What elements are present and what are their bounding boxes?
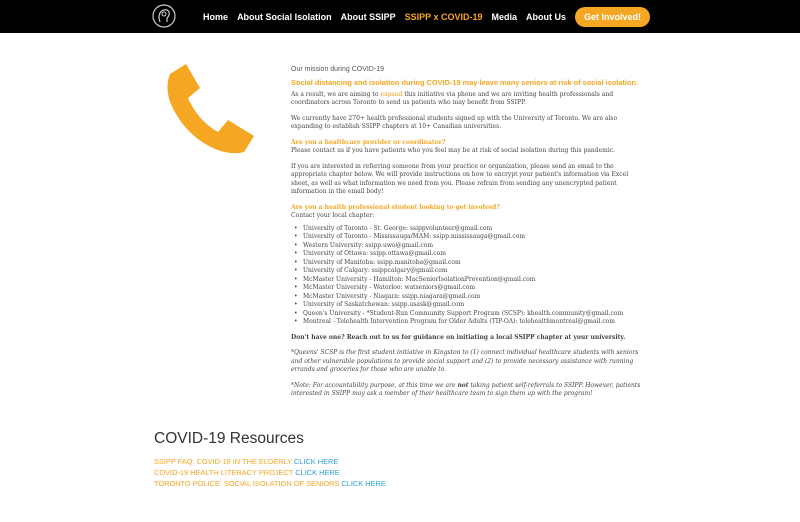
provider-heading: Are you a healthcare provider or coordin… — [291, 138, 446, 146]
mission-paragraph-1: As a result, we are aiming to expand thi… — [291, 91, 647, 108]
mission-paragraph-2: We currently have 270+ health profession… — [291, 114, 618, 131]
student-text: Contact your local chapter: — [291, 212, 375, 219]
nav-ssipp-covid19[interactable]: SSIPP x COVID-19 — [405, 12, 483, 22]
chapter-item: University of Ottawa: ssipp.ottawa@gmail… — [294, 250, 647, 259]
phone-handset-icon — [167, 64, 254, 154]
resources-section: COVID-19 Resources SSIPP FAQ: COVID-19 I… — [154, 430, 386, 489]
expand-link[interactable]: expand — [380, 91, 402, 98]
chapter-item: University of Toronto - St. George: ssip… — [294, 225, 647, 234]
provider-text: Please contact us if you have patients w… — [291, 147, 616, 154]
get-involved-button[interactable]: Get Involved! — [574, 6, 650, 27]
chapter-item: University of Calgary: ssippcalgary@gmai… — [294, 267, 647, 276]
nav-about-social-isolation[interactable]: About Social Isolation — [237, 12, 332, 22]
resource-item: TORONTO POLICE: SOCIAL ISOLATION OF SENI… — [154, 478, 386, 489]
nav-home[interactable]: Home — [203, 12, 228, 22]
resource-label: SSIPP FAQ: COVID-19 IN THE ELDERLY — [154, 457, 292, 466]
nav-about-us[interactable]: About Us — [526, 12, 566, 22]
resource-link[interactable]: CLICK HERE — [341, 479, 385, 488]
chapter-item: University of Toronto - Mississauga/MAM:… — [294, 233, 647, 242]
note-not: not — [457, 381, 469, 389]
resource-item: SSIPP FAQ: COVID-19 IN THE ELDERLY CLICK… — [154, 456, 386, 467]
top-navbar: Home About Social Isolation About SSIPP … — [0, 0, 800, 33]
chapter-item: Montreal - Telehealth Intervention Progr… — [294, 318, 647, 327]
chapter-item: McMaster University - Niagara: ssipp.nia… — [294, 293, 647, 302]
mission-heading: Our mission during COVID-19 — [291, 66, 384, 73]
mission-lead: Social distancing and isolation during C… — [291, 77, 639, 87]
resource-label: COVID-19 HEALTH LITERACY PROJECT — [154, 468, 294, 477]
p1-text-before: As a result, we are aiming to — [291, 90, 381, 98]
referral-text: If you are interested in referring someo… — [291, 162, 629, 196]
chapter-item: University of Saskatchewan: ssipp.usask@… — [294, 301, 647, 310]
chapter-item: Western University: ssipp.uwo@gmail.com — [294, 242, 647, 251]
resource-link[interactable]: CLICK HERE — [295, 468, 339, 477]
queens-note: *Queens' SCSP is the first student initi… — [291, 349, 639, 373]
mission-section: Our mission during COVID-19 Social dista… — [291, 66, 647, 399]
student-heading: Are you a health professional student lo… — [291, 203, 500, 211]
chapter-item: Queen's University - *Student-Run Commun… — [294, 310, 647, 319]
resource-item: COVID-19 HEALTH LITERACY PROJECT CLICK H… — [154, 467, 386, 478]
nav-media[interactable]: Media — [491, 12, 517, 22]
resource-label: TORONTO POLICE: SOCIAL ISOLATION OF SENI… — [154, 479, 340, 488]
site-logo[interactable] — [151, 3, 177, 29]
no-chapter-text: Don't have one? Reach out to us for guid… — [291, 333, 626, 341]
note-text-before: *Note: For accountability purpose, at th… — [291, 381, 458, 389]
chapter-item: McMaster University - Hamilton: MacSenio… — [294, 276, 647, 285]
chapter-list: University of Toronto - St. George: ssip… — [294, 225, 647, 327]
nav-about-ssipp[interactable]: About SSIPP — [341, 12, 396, 22]
chapter-item: University of Manitoba: ssipp.manitoba@g… — [294, 259, 647, 268]
resource-link[interactable]: CLICK HERE — [294, 457, 338, 466]
main-nav: Home About Social Isolation About SSIPP … — [194, 0, 650, 33]
self-referral-note: *Note: For accountability purpose, at th… — [291, 382, 647, 399]
resources-title: COVID-19 Resources — [154, 430, 304, 447]
chapter-item: McMaster University - Waterloo: watsenio… — [294, 284, 647, 293]
